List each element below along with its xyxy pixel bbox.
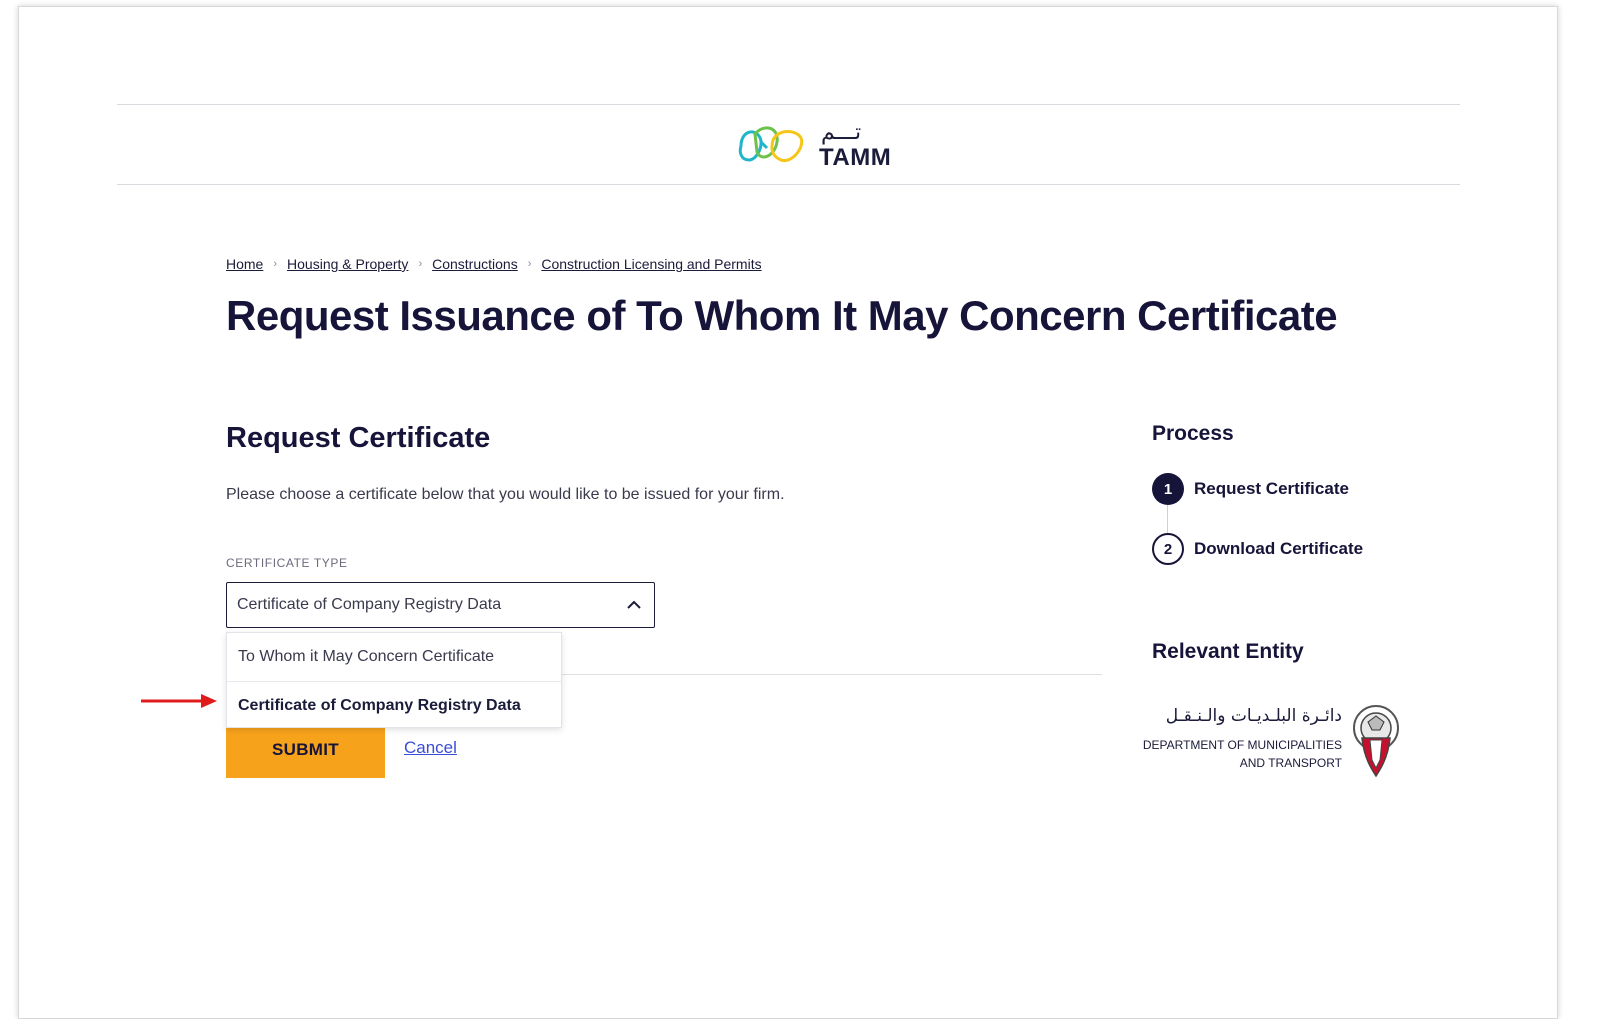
process-step-download: 2 Download Certificate — [1152, 533, 1363, 565]
relevant-entity-logo[interactable]: دائـرة البلـديـات والـنـقـل DEPARTMENT O… — [1143, 700, 1408, 784]
submit-button[interactable]: SUBMIT — [226, 722, 385, 778]
breadcrumb-housing-property[interactable]: Housing & Property — [287, 256, 408, 272]
certificate-type-dropdown: To Whom it May Concern Certificate Certi… — [226, 632, 562, 728]
header-top-divider — [117, 104, 1460, 105]
relevant-entity-title: Relevant Entity — [1152, 640, 1304, 663]
red-arrow-icon — [141, 694, 217, 708]
tamm-logo-icon — [738, 126, 804, 163]
breadcrumb-home[interactable]: Home — [226, 256, 263, 272]
page-title: Request Issuance of To Whom It May Conce… — [226, 292, 1338, 339]
breadcrumb-separator: › — [418, 258, 423, 270]
breadcrumb: Home › Housing & Property › Construction… — [226, 256, 762, 272]
chevron-up-icon — [627, 600, 641, 609]
option-to-whom-it-may-concern[interactable]: To Whom it May Concern Certificate — [227, 633, 561, 681]
step-number-badge: 1 — [1152, 473, 1184, 505]
process-step-request: 1 Request Certificate — [1152, 473, 1349, 505]
breadcrumb-constructions[interactable]: Constructions — [432, 256, 518, 272]
step-label: Download Certificate — [1194, 539, 1364, 558]
cancel-link[interactable]: Cancel — [404, 738, 457, 758]
breadcrumb-construction-licensing[interactable]: Construction Licensing and Permits — [541, 256, 761, 272]
breadcrumb-separator: › — [527, 258, 532, 270]
header-bottom-divider — [117, 184, 1460, 185]
tamm-logo[interactable]: تـــم TAMM — [735, 120, 895, 172]
entity-name-line1: DEPARTMENT OF MUNICIPALITIES — [1142, 738, 1342, 752]
certificate-type-select[interactable]: Certificate of Company Registry Data — [226, 582, 655, 628]
entity-arabic-name: دائـرة البلـديـات والـنـقـل — [1165, 706, 1342, 726]
logo-english-text: TAMM — [819, 144, 892, 171]
certificate-type-value: Certificate of Company Registry Data — [237, 596, 502, 613]
certificate-type-label: CERTIFICATE TYPE — [226, 556, 348, 570]
section-title: Request Certificate — [226, 422, 491, 454]
step-label: Request Certificate — [1194, 479, 1349, 498]
section-description: Please choose a certificate below that y… — [226, 486, 785, 503]
option-company-registry-data[interactable]: Certificate of Company Registry Data — [227, 681, 561, 729]
breadcrumb-separator: › — [273, 258, 278, 270]
abu-dhabi-emblem-icon — [1353, 705, 1399, 778]
process-title: Process — [1152, 422, 1234, 445]
entity-name-line2: AND TRANSPORT — [1239, 756, 1342, 770]
step-number-badge: 2 — [1152, 533, 1184, 565]
logo-arabic-text: تـــم — [821, 120, 862, 145]
step-connector — [1167, 505, 1168, 533]
